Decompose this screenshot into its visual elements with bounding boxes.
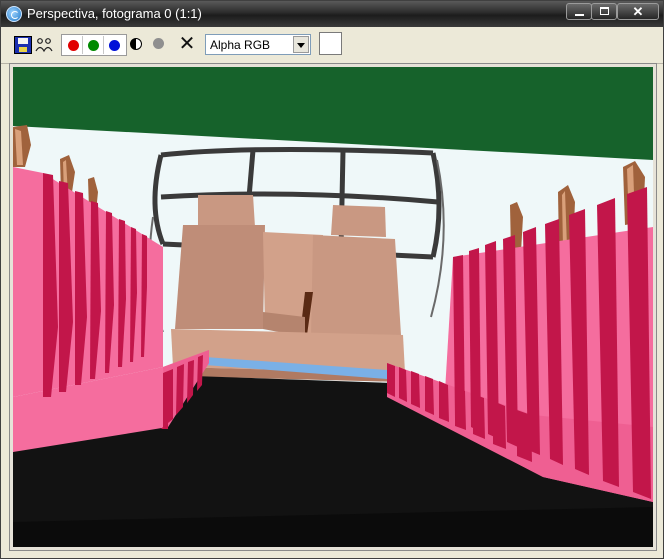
channel-display-value: Alpha RGB	[210, 38, 271, 52]
clear-icon[interactable]: ✕	[177, 34, 197, 54]
clone-glyph	[35, 38, 53, 53]
minimize-icon	[575, 14, 584, 16]
channel-divider	[82, 36, 83, 54]
maximize-button[interactable]	[591, 3, 617, 20]
maximize-icon	[600, 7, 609, 15]
close-button[interactable]: ✕	[617, 3, 659, 20]
rendered-image	[13, 67, 653, 547]
render-viewport	[9, 63, 657, 551]
channel-display-select[interactable]: Alpha RGB	[205, 34, 311, 55]
close-icon: ✕	[632, 4, 644, 19]
frame-buffer-toolbar: ✕ Alpha RGB	[1, 27, 663, 64]
color-swatch[interactable]	[319, 32, 342, 55]
red-channel-toggle[interactable]	[68, 40, 79, 51]
save-icon[interactable]	[14, 36, 32, 54]
window-title: Perspectiva, fotograma 0 (1:1)	[27, 6, 202, 21]
alpha-channel-icon[interactable]	[153, 38, 164, 49]
chevron-down-icon[interactable]	[293, 36, 309, 53]
green-channel-toggle[interactable]	[88, 40, 99, 51]
channel-divider	[103, 36, 104, 54]
app-icon[interactable]	[6, 6, 22, 22]
channel-toggle-group	[61, 34, 127, 56]
render-window: Perspectiva, fotograma 0 (1:1) ✕ ✕ Alpha…	[0, 0, 664, 559]
monochrome-icon[interactable]	[130, 38, 142, 50]
clone-icon[interactable]	[35, 36, 53, 54]
title-bar[interactable]: Perspectiva, fotograma 0 (1:1) ✕	[1, 1, 663, 27]
minimize-button[interactable]	[566, 3, 592, 20]
blue-channel-toggle[interactable]	[109, 40, 120, 51]
